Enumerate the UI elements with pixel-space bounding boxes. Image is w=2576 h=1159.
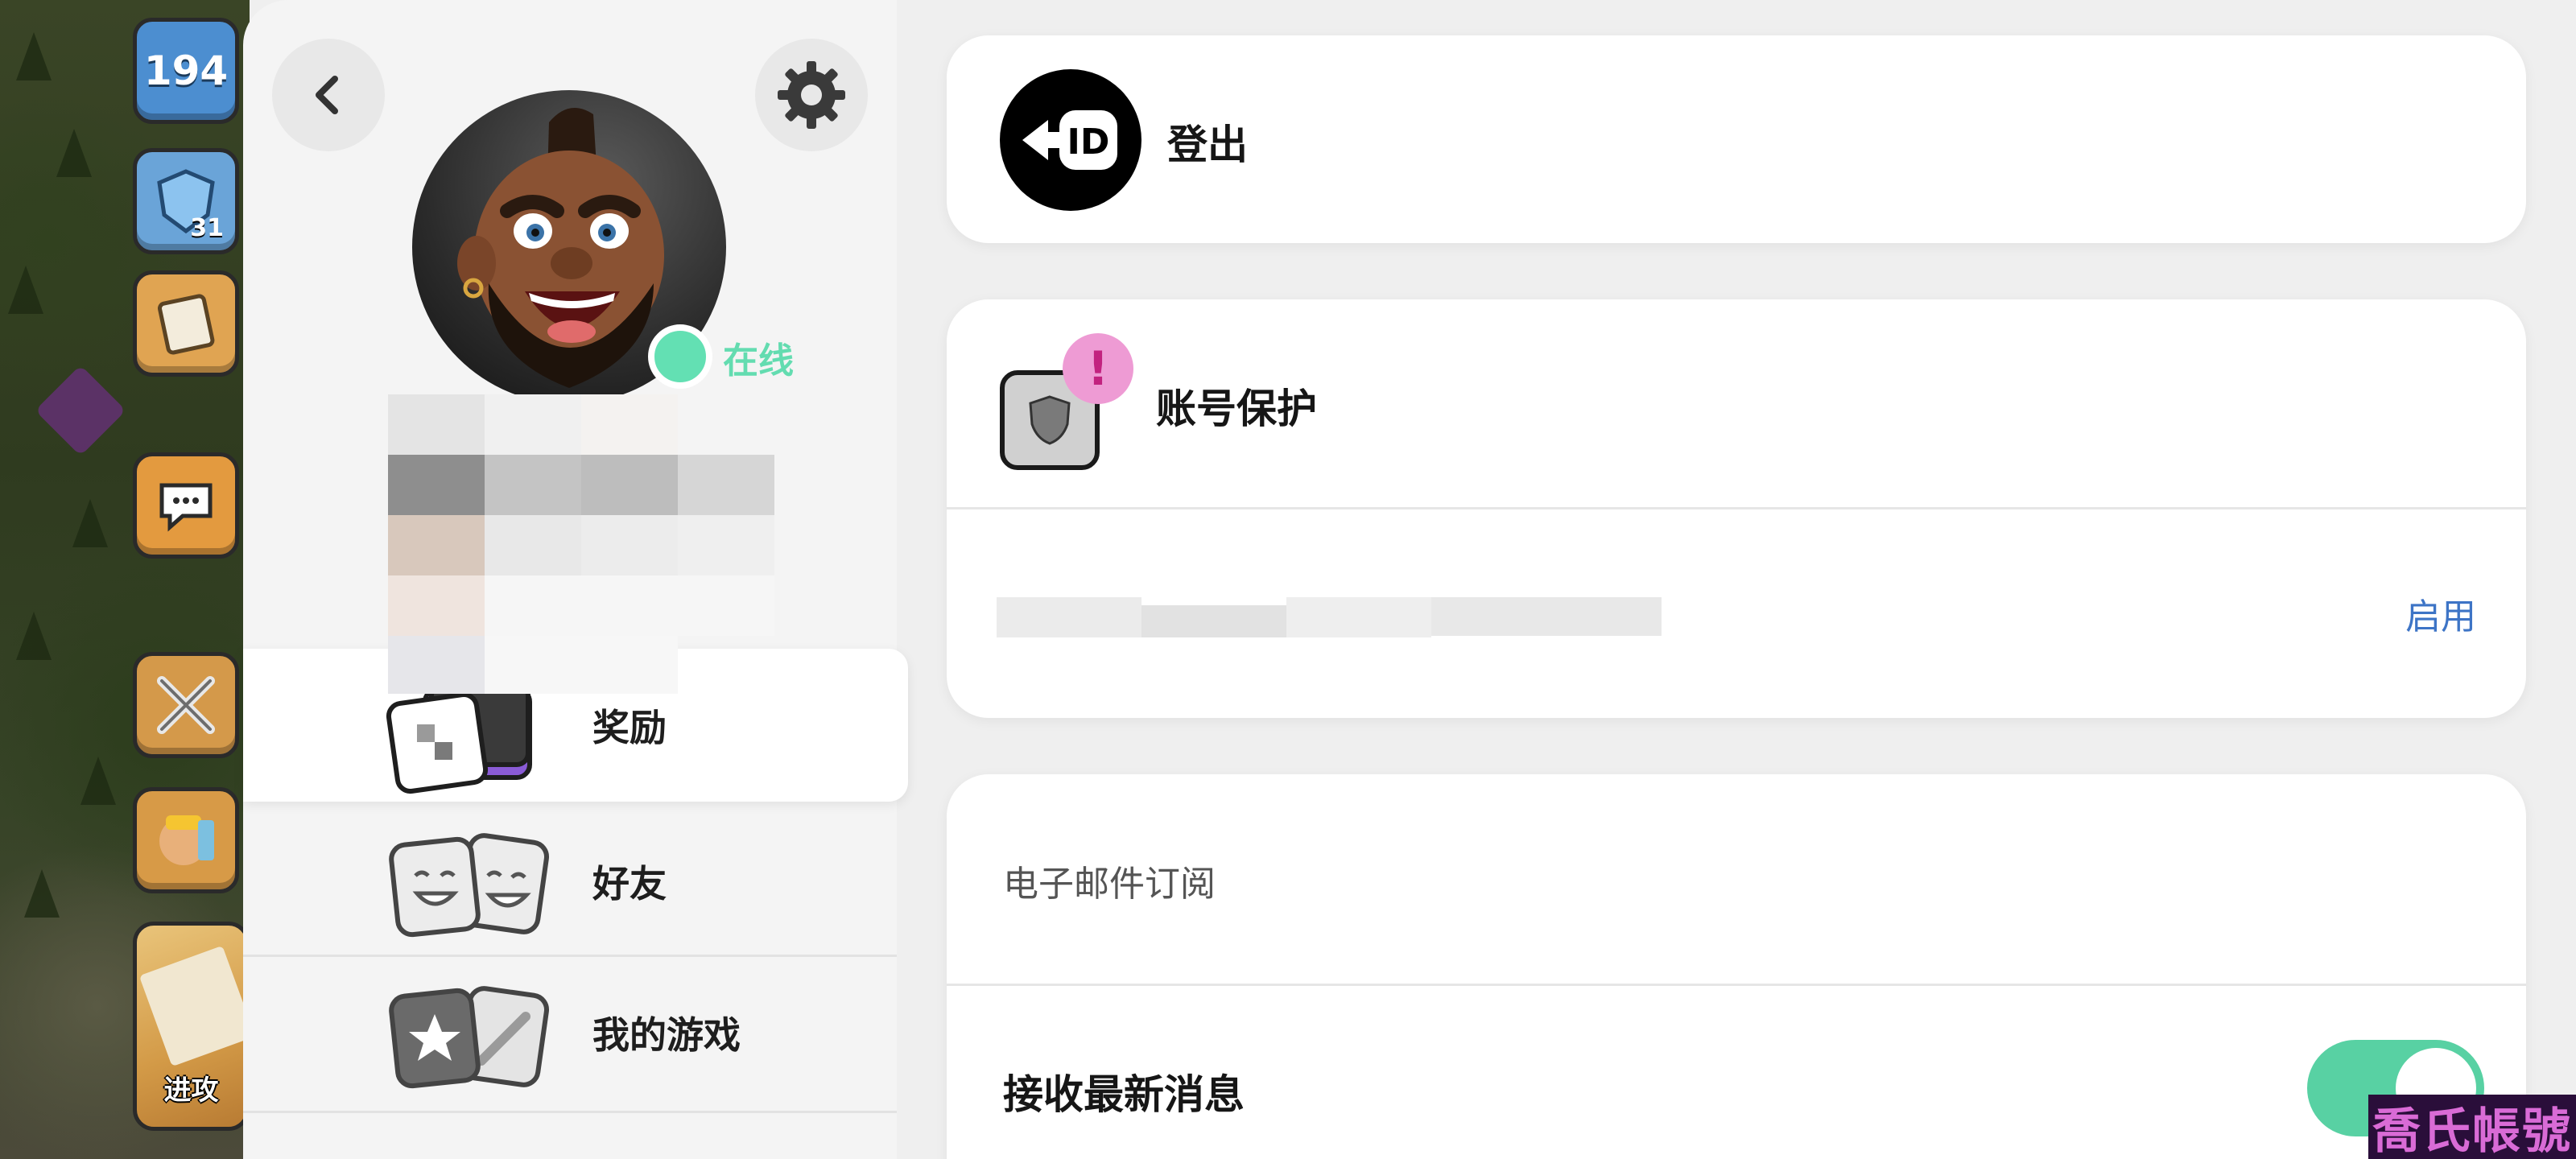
redacted-player-name-tail [485,636,678,694]
purple-decoration [35,365,126,456]
chat-button[interactable] [133,452,239,559]
logout-icon-text: ID [1067,122,1110,163]
account-protection-title: 账号保护 [1156,386,1317,432]
tree-decoration [24,869,60,918]
attack-button[interactable]: 进攻 [133,922,250,1131]
trophy-count: 194 [143,47,229,94]
tree-decoration [16,612,52,660]
my-games-cards-icon [389,986,549,1089]
tree-decoration [80,757,116,805]
league-level: 31 [190,214,224,242]
alert-icon: ! [1063,333,1133,404]
chevron-left-icon [316,76,338,114]
league-badge[interactable]: 31 [133,148,239,254]
logout-label: 登出 [1167,122,1248,168]
profile-panel: 在线 奖励 好友 我的游戏 [243,0,908,1159]
tree-decoration [72,499,108,547]
gear-icon [778,61,845,129]
logout-arrow-icon: ID [1022,110,1117,170]
attack-label: 进攻 [163,1074,219,1107]
chat-icon [159,483,213,532]
menu-label-friends: 好友 [592,862,667,905]
builder-button[interactable] [133,787,239,893]
email-subscription-card: 电子邮件订阅 接收最新消息 [947,774,2526,1159]
tree-decoration [16,32,52,80]
crossed-swords-icon [157,676,215,734]
menu-label-my-games: 我的游戏 [592,1013,741,1057]
back-button[interactable] [272,39,385,151]
menu-item-rewards[interactable]: 奖励 [243,636,908,802]
clan-war-button[interactable] [133,652,239,758]
tree-decoration [56,129,92,177]
menu-divider [243,1111,897,1113]
redacted-player-name-tail [388,636,485,694]
logout-id-icon: ID [1000,69,1141,211]
card-divider [947,984,2526,986]
email-subscription-label: 电子邮件订阅 [1003,864,1216,905]
watermark: 喬氏帳號 [2368,1095,2576,1159]
builder-face-icon [159,815,214,865]
friends-faces-icon [389,833,549,938]
receive-news-label: 接收最新消息 [1003,1071,1245,1118]
settings-button[interactable] [755,39,868,151]
online-status-label: 在线 [723,340,794,382]
menu-item-my-games[interactable]: 我的游戏 [243,956,897,1109]
menu-item-friends[interactable]: 好友 [243,805,897,958]
map-icon [138,945,250,1067]
trophy-badge[interactable]: 194 [133,18,239,124]
checklist-icon [157,294,215,355]
online-status-dot [648,324,712,389]
tasks-button[interactable] [133,270,239,377]
menu-label-rewards: 奖励 [592,706,667,749]
account-protection-card: ! 账号保护 启用 [947,299,2526,718]
tree-decoration [8,266,43,314]
card-divider [947,507,2526,509]
game-background: 194 31 进攻 [0,0,250,1159]
shield-glyph-icon [1029,395,1071,445]
logout-card[interactable]: ID 登出 [947,35,2526,243]
enable-protection-link[interactable]: 启用 [2405,588,2476,639]
